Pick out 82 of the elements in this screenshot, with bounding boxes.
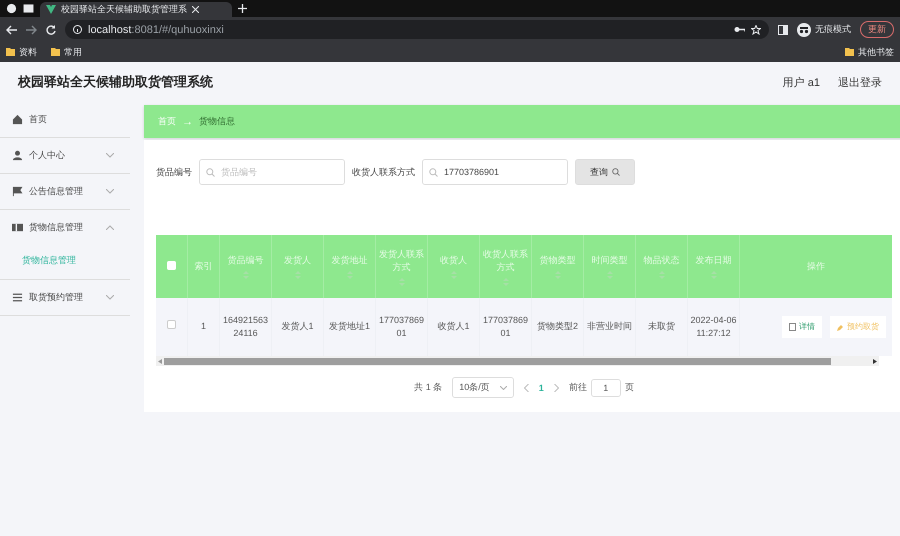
- pencil-icon: [837, 324, 844, 330]
- page-suffix: 页: [624, 381, 634, 394]
- sort-icon[interactable]: [502, 278, 508, 286]
- table-cell: 发货地址1: [328, 321, 370, 332]
- table-cell: 1: [200, 321, 206, 332]
- table-cell: 货物类型2: [536, 321, 578, 332]
- sort-icon[interactable]: [242, 270, 248, 279]
- page-input[interactable]: 1: [590, 378, 621, 396]
- field-label: 货品编号: [156, 166, 192, 178]
- sidebar-item[interactable]: 首页: [0, 102, 130, 137]
- search-field[interactable]: 货品编号: [199, 159, 345, 185]
- submenu-item[interactable]: 货物信息管理: [0, 245, 130, 279]
- flag-icon: [12, 186, 23, 197]
- forward-icon[interactable]: [26, 24, 37, 34]
- browser-tab[interactable]: 校园驿站全天候辅助取货管理系: [40, 2, 232, 17]
- breadcrumb-item: 货物信息: [199, 115, 235, 128]
- folder-icon: [6, 48, 15, 56]
- table-cell: 未取货: [648, 321, 675, 332]
- sort-icon[interactable]: [606, 270, 612, 279]
- tab-title: 校园驿站全天候辅助取货管理系: [61, 3, 187, 16]
- table-cell: 发货人1: [281, 321, 314, 332]
- user-name: 用户 a1: [782, 76, 820, 90]
- sidebar-item[interactable]: 个人中心: [0, 138, 130, 173]
- chevron-down-icon: [500, 386, 507, 390]
- table-cell: 16492156324116: [222, 314, 268, 338]
- details-button[interactable]: 详情: [782, 316, 822, 338]
- sort-icon[interactable]: [346, 270, 352, 279]
- breadcrumb-separator: →: [182, 116, 193, 128]
- total-count: 共 1 条: [414, 381, 442, 394]
- app-title: 校园驿站全天候辅助取货管理系统: [18, 73, 213, 91]
- sidebar-item[interactable]: 货物信息管理: [0, 210, 130, 245]
- page-number[interactable]: 1: [538, 382, 544, 392]
- bookmark-folder[interactable]: 常用: [51, 46, 82, 58]
- sort-icon[interactable]: [398, 278, 404, 286]
- checkbox[interactable]: [167, 320, 176, 330]
- back-icon[interactable]: [6, 24, 17, 34]
- scroll-left-icon[interactable]: [158, 358, 162, 364]
- bookmark-folder[interactable]: 其他书签: [845, 46, 894, 58]
- key-icon[interactable]: [734, 26, 745, 33]
- search-field[interactable]: 17703786901: [422, 159, 568, 185]
- sidebar-icon[interactable]: [778, 24, 788, 34]
- table-cell: 17703786901: [482, 314, 528, 338]
- sidebar-item[interactable]: 公告信息管理: [0, 174, 130, 209]
- box-icon: [12, 222, 23, 233]
- page-size-select[interactable]: 10条/页: [452, 377, 514, 398]
- table-cell: 2022-04-06 11:27:12: [690, 314, 737, 338]
- next-page-icon[interactable]: [554, 384, 559, 392]
- table-cell: 非营业时间: [587, 321, 632, 332]
- folder-icon: [51, 48, 60, 56]
- close-icon[interactable]: [192, 6, 199, 13]
- info-icon: [73, 25, 82, 34]
- sort-icon[interactable]: [450, 270, 456, 279]
- tab-icon[interactable]: [23, 4, 34, 13]
- document-icon: [789, 323, 796, 331]
- goto-label: 前往: [568, 381, 587, 394]
- reload-icon[interactable]: [46, 24, 56, 34]
- update-button[interactable]: 更新: [860, 21, 894, 38]
- bookmark-folder[interactable]: 资料: [6, 46, 37, 58]
- incognito-icon: [797, 22, 811, 36]
- home-icon: [12, 114, 23, 125]
- sort-icon[interactable]: [294, 270, 300, 279]
- table-cell: 17703786901: [378, 314, 424, 338]
- sort-icon[interactable]: [710, 270, 716, 279]
- search-icon: [612, 168, 620, 176]
- table-cell: 收货人1: [437, 321, 470, 332]
- address-bar[interactable]: localhost:8081/#/quhuoxinxi: [65, 20, 769, 39]
- scroll-right-icon[interactable]: [873, 358, 877, 364]
- new-tab-icon[interactable]: [238, 4, 247, 13]
- sort-icon[interactable]: [658, 270, 664, 279]
- query-button[interactable]: 查询: [575, 159, 635, 185]
- sidebar-item[interactable]: 取货预约管理: [0, 280, 130, 315]
- field-label: 收货人联系方式: [352, 166, 415, 178]
- folder-icon: [845, 48, 854, 56]
- sort-icon[interactable]: [554, 270, 560, 279]
- person-icon: [12, 150, 23, 161]
- horizontal-scrollbar[interactable]: [156, 356, 879, 366]
- logout-link[interactable]: 退出登录: [838, 74, 882, 90]
- list-icon: [12, 292, 23, 303]
- star-icon[interactable]: [751, 24, 761, 34]
- previous-page-icon[interactable]: [524, 384, 529, 392]
- vue-logo-icon: [46, 5, 56, 14]
- profile-label: 无痕模式: [815, 23, 851, 36]
